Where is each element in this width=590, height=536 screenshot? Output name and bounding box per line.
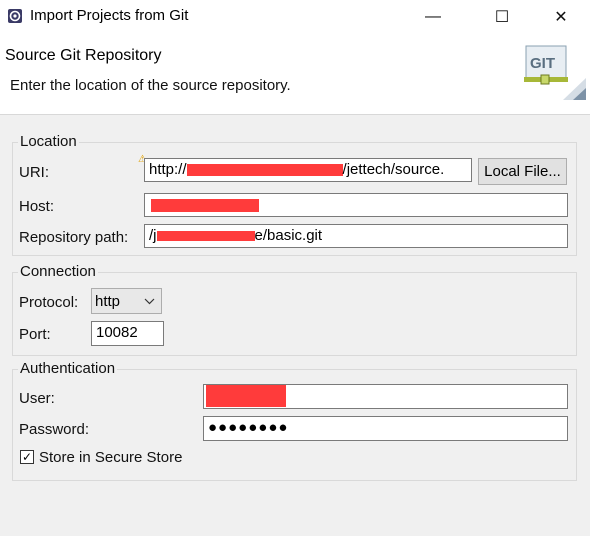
user-redaction xyxy=(206,385,286,407)
connection-group-label: Connection xyxy=(18,263,98,280)
port-label: Port: xyxy=(19,326,51,343)
store-secure-checkbox[interactable]: ✓ xyxy=(20,450,34,464)
repository-path-input[interactable]: /j e/basic.git xyxy=(144,224,568,248)
maximize-icon: ☐ xyxy=(494,9,510,26)
git-logo-icon: GIT xyxy=(524,45,586,100)
eclipse-app-icon xyxy=(8,9,22,23)
minimize-icon: — xyxy=(425,8,441,25)
authentication-group-label: Authentication xyxy=(18,360,118,377)
uri-redaction xyxy=(186,164,343,177)
git-logo-text: GIT xyxy=(530,55,555,72)
page-title: Source Git Repository xyxy=(5,47,162,64)
store-secure-label[interactable]: Store in Secure Store xyxy=(39,449,182,466)
protocol-select[interactable]: http xyxy=(91,288,162,314)
host-label: Host: xyxy=(19,198,55,215)
minimize-button[interactable]: — xyxy=(410,0,456,34)
uri-value-suffix: /jettech/source. xyxy=(342,161,445,178)
repository-path-suffix: e/basic.git xyxy=(254,227,323,244)
host-input[interactable] xyxy=(144,193,568,217)
local-file-button[interactable]: Local File... xyxy=(478,158,567,185)
protocol-label: Protocol: xyxy=(19,294,79,311)
header-separator xyxy=(0,114,590,115)
location-group-label: Location xyxy=(18,133,79,150)
maximize-button[interactable]: ☐ xyxy=(479,0,525,34)
uri-label: URI: xyxy=(19,164,49,181)
repository-path-label: Repository path: xyxy=(19,229,129,246)
user-label: User: xyxy=(19,390,55,407)
user-input[interactable] xyxy=(203,384,568,409)
window-title: Import Projects from Git xyxy=(30,7,189,24)
close-button[interactable]: ✕ xyxy=(538,0,584,34)
port-input[interactable]: 10082 xyxy=(91,321,164,346)
chevron-down-icon xyxy=(144,298,155,305)
password-input[interactable]: ●●●●●●●● xyxy=(203,416,568,441)
close-icon: ✕ xyxy=(554,9,568,26)
host-redaction xyxy=(151,199,259,212)
page-description: Enter the location of the source reposit… xyxy=(10,77,291,94)
uri-input[interactable]: http:// /jettech/source. xyxy=(144,158,472,182)
repository-path-prefix: /j xyxy=(149,227,157,244)
uri-value: http:// xyxy=(149,161,187,178)
repository-path-redaction xyxy=(156,231,255,242)
wizard-header xyxy=(0,34,590,114)
password-label: Password: xyxy=(19,421,90,438)
checkmark-icon: ✓ xyxy=(21,450,33,464)
protocol-value: http xyxy=(95,292,121,310)
